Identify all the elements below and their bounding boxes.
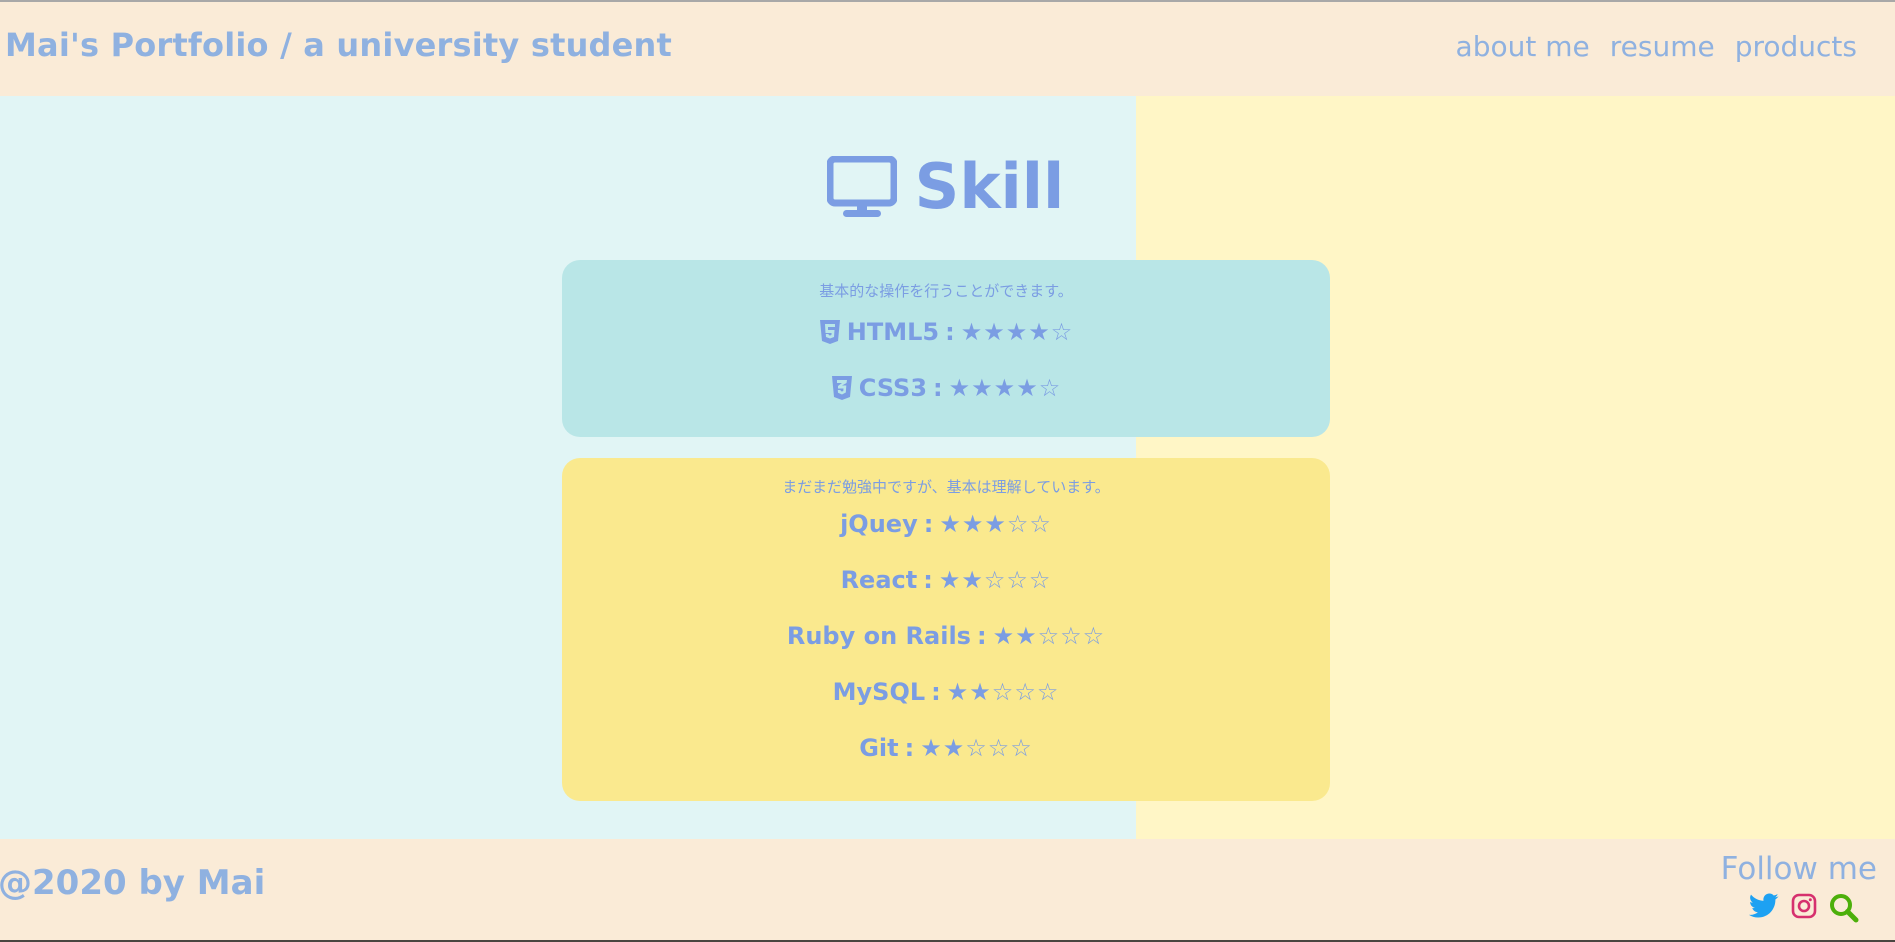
skill-name: jQuey — [840, 510, 918, 538]
skill-row-mysql: MySQL : ★★☆☆☆ — [562, 664, 1330, 720]
main-nav: about me resume products — [1456, 30, 1857, 63]
skill-separator: : — [945, 318, 955, 346]
search-icon[interactable] — [1829, 893, 1859, 923]
follow-label: Follow me — [1720, 851, 1877, 887]
section-title: Skill — [914, 150, 1065, 223]
star-rating: ★★☆☆☆ — [920, 734, 1033, 762]
instagram-icon[interactable] — [1791, 893, 1817, 923]
nav-link-resume[interactable]: resume — [1610, 30, 1715, 63]
html5-icon — [819, 319, 841, 345]
star-rating: ★★★★☆ — [960, 318, 1074, 346]
skill-name: MySQL — [832, 678, 926, 706]
skill-separator: : — [904, 734, 915, 762]
skill-row-css3: CSS3 : ★★★★☆ — [562, 360, 1330, 416]
social-links — [1721, 893, 1877, 923]
skill-row-html5: HTML5 : ★★★★☆ — [562, 304, 1330, 360]
star-rating: ★★☆☆☆ — [992, 622, 1106, 650]
star-rating: ★★★☆☆ — [939, 510, 1052, 538]
site-header: Mai's Portfolio / a university student a… — [0, 2, 1895, 96]
star-rating: ★★★★☆ — [948, 374, 1062, 402]
skill-name: CSS3 — [858, 374, 928, 402]
star-rating: ★★☆☆☆ — [946, 678, 1060, 706]
skill-name: Ruby on Rails — [786, 622, 971, 650]
star-rating: ★★☆☆☆ — [938, 566, 1052, 594]
site-title[interactable]: Mai's Portfolio / a university student — [5, 26, 672, 64]
nav-link-about-me[interactable]: about me — [1456, 30, 1590, 63]
skill-row-git: Git : ★★☆☆☆ — [562, 720, 1330, 776]
skill-card-basic: 基本的な操作を行うことができます。 HTML5 : ★★★★☆ CSS3: ★… — [562, 260, 1330, 437]
desktop-monitor-icon — [826, 156, 897, 218]
section-heading: Skill — [0, 156, 1893, 218]
skill-separator: : — [933, 374, 943, 402]
skill-card-learning: まだまだ勉強中ですが、基本は理解しています。 jQuey : ★★★☆☆ Rea… — [562, 458, 1330, 801]
skill-row-jquery: jQuey : ★★★☆☆ — [562, 496, 1330, 552]
skill-separator: : — [923, 566, 933, 594]
css3-icon — [831, 375, 853, 401]
skill-separator: : — [976, 622, 987, 650]
skill-name: React — [840, 566, 918, 594]
skill-row-react: React : ★★☆☆☆ — [562, 552, 1330, 608]
skill-row-ruby-on-rails: Ruby on Rails : ★★☆☆☆ — [562, 608, 1330, 664]
site-footer: @2020 by Mai Follow me — [0, 839, 1895, 940]
twitter-icon[interactable] — [1748, 893, 1779, 923]
card-description: 基本的な操作を行うことができます。 — [819, 282, 1073, 300]
nav-link-products[interactable]: products — [1735, 30, 1857, 63]
skill-separator: : — [923, 510, 934, 538]
skill-name: HTML5 — [846, 318, 940, 346]
skill-name: Git — [859, 734, 899, 762]
page: Mai's Portfolio / a university student a… — [0, 0, 1895, 940]
skill-separator: : — [931, 678, 941, 706]
skill-section: Skill 基本的な操作を行うことができます。 HTML5 : ★★★★☆ CS… — [0, 96, 1895, 839]
copyright-text: @2020 by Mai — [0, 863, 266, 903]
follow-section: Follow me — [1721, 851, 1877, 923]
card-description: まだまだ勉強中ですが、基本は理解しています。 — [782, 478, 1110, 496]
